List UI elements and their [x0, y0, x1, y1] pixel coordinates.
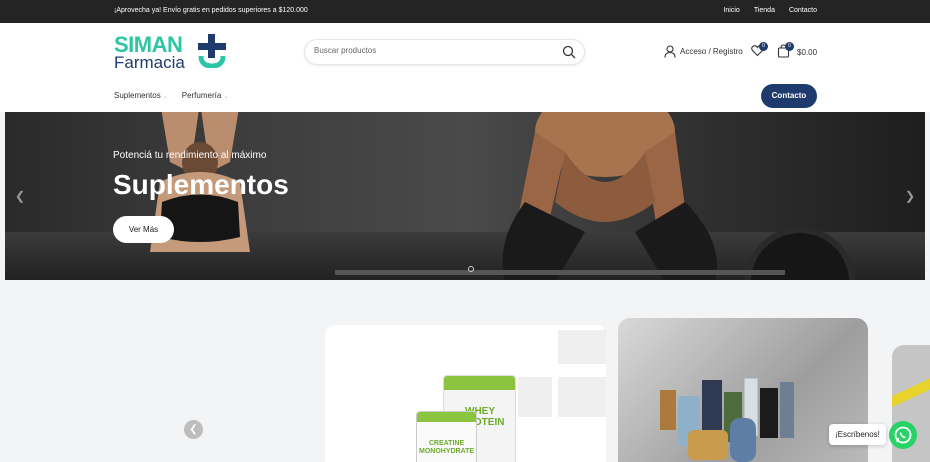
hero-man-image [502, 112, 717, 280]
nav-item-label: Suplementos [114, 91, 161, 100]
chevron-down-icon: ⌄ [162, 94, 168, 100]
top-links: Inicio Tienda Contacto [723, 7, 817, 14]
main-nav: Suplementos ⌄ Perfumería ⌄ [114, 91, 228, 100]
top-link-contacto[interactable]: Contacto [789, 7, 817, 14]
search-bar[interactable] [304, 39, 585, 65]
logo-text-farmacia: Farmacia [114, 53, 185, 72]
caution-tape-image [892, 372, 930, 408]
wishlist-button[interactable]: 0 [751, 42, 768, 62]
creatine-label: CREATINE MONOHYDRATE [419, 440, 475, 455]
top-link-tienda[interactable]: Tienda [754, 7, 775, 14]
whatsapp-button[interactable] [889, 421, 917, 449]
category-card-suplementos[interactable]: WHEY PROTEIN CREATINE MONOHYDRATE [325, 325, 606, 462]
search-icon[interactable] [562, 45, 576, 59]
hero-slider: Potenciá tu rendimiento al máximo Suplem… [5, 112, 925, 280]
cart-count-badge: 0 [785, 42, 794, 51]
slider-dot[interactable] [468, 266, 474, 272]
nav-item-label: Perfumería [181, 91, 222, 100]
card-placeholder-block [518, 377, 552, 417]
hero-barbell [335, 270, 785, 275]
cart-total[interactable]: $0.00 [797, 48, 817, 57]
top-link-inicio[interactable]: Inicio [723, 7, 739, 14]
promo-text: ¡Aprovecha ya! Envío gratis en pedidos s… [114, 7, 308, 14]
wishlist-count-badge: 0 [759, 42, 768, 51]
slider-prev-icon[interactable]: ❮ [15, 189, 25, 203]
nav-item-suplementos[interactable]: Suplementos ⌄ [114, 91, 168, 100]
search-input[interactable] [314, 46, 554, 55]
site-header: SIMAN Farmacia Acceso / Registro 0 [0, 23, 930, 112]
whatsapp-label[interactable]: ¡Escríbenos! [829, 424, 886, 445]
site-logo[interactable]: SIMAN Farmacia [114, 34, 234, 74]
user-icon [664, 45, 676, 58]
card-placeholder-block [558, 330, 606, 364]
chevron-down-icon: ⌄ [223, 94, 229, 100]
nav-item-perfumeria[interactable]: Perfumería ⌄ [182, 91, 229, 100]
top-bar: ¡Aprovecha ya! Envío gratis en pedidos s… [0, 0, 930, 23]
hero-subtitle: Potenciá tu rendimiento al máximo [113, 150, 267, 161]
account-link[interactable]: Acceso / Registro [664, 45, 743, 58]
account-label: Acceso / Registro [680, 47, 743, 56]
hero-cta-button[interactable]: Ver Más [113, 216, 174, 243]
carousel-prev-icon[interactable]: ❮ [184, 420, 203, 439]
logo-cross-icon [198, 34, 226, 68]
card-placeholder-block [558, 377, 606, 417]
whatsapp-icon [894, 426, 912, 444]
slider-next-icon[interactable]: ❯ [905, 189, 915, 203]
hero-title: Suplementos [113, 169, 289, 200]
cart-button[interactable]: 0 [777, 42, 794, 63]
creatine-tub: CREATINE MONOHYDRATE [416, 411, 477, 462]
contact-button[interactable]: Contacto [761, 84, 817, 108]
